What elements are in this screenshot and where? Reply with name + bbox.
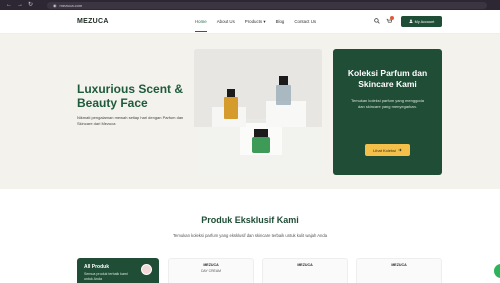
section-title: Produk Eksklusif Kami [201,215,299,225]
my-account-button[interactable]: My Account [401,16,442,27]
hero-title: Luxurious Scent & Beauty Face [77,82,184,110]
browser-toolbar: ← → ↻ ◉ mezuca.com [0,0,500,10]
hero-description: Nikmati pengalaman mewah setiap hari den… [77,115,184,126]
forward-icon[interactable]: → [17,2,23,8]
search-icon[interactable] [374,18,380,26]
hero-section: Luxurious Scent & Beauty Face Nikmati pe… [0,34,500,189]
nav-products[interactable]: Products ▾ [245,19,266,25]
back-icon[interactable]: ← [6,2,12,8]
chevron-down-icon: ▾ [263,19,266,24]
arrow-right-icon [398,148,402,153]
product-brand: MEZUCA [203,263,219,267]
category-all-products[interactable]: All Produk Semua produk terbaik kami unt… [77,258,159,283]
product-brand: MEZUCA [391,263,407,267]
view-collection-button[interactable]: Lihat Koleksi [365,144,410,156]
category-icon [141,264,152,275]
nav-contact[interactable]: Contact Us [294,19,316,25]
url-text: mezuca.com [59,2,83,8]
promo-title: Koleksi Parfum dan Skincare Kami [347,68,428,89]
product-name: DAY CREAM [201,269,221,273]
promo-card: Koleksi Parfum dan Skincare Kami Temukan… [333,49,442,175]
product-brand: MEZUCA [297,263,313,267]
nav-blog[interactable]: Blog [276,19,285,25]
product-card[interactable]: MEZUCA [356,258,442,283]
nav-home[interactable]: Home [195,19,207,32]
cart-badge [390,16,394,20]
header-icons [374,18,393,26]
category-description: Semua produk terbaik kami untuk Anda [84,272,128,281]
site-info-icon[interactable]: ◉ [53,3,57,8]
reload-icon[interactable]: ↻ [28,2,33,8]
my-account-label: My Account [414,19,435,24]
main-nav: Home About Us Products ▾ Blog Contact Us [195,19,316,32]
browser-nav: ← → ↻ [6,2,33,8]
address-bar[interactable]: ◉ mezuca.com [47,1,488,9]
product-card[interactable]: MEZUCA [262,258,348,283]
site-header: MEZUCA Home About Us Products ▾ Blog Con… [0,10,500,34]
hero-product-photo [194,49,322,175]
whatsapp-chat-button[interactable] [494,264,500,278]
view-collection-label: Lihat Koleksi [373,147,396,153]
user-icon [409,19,413,24]
nav-about[interactable]: About Us [217,19,235,25]
site-logo[interactable]: MEZUCA [77,18,109,25]
promo-description: Temukan koleksi parfum yang menggoda dan… [351,98,424,109]
nav-products-label: Products [244,19,263,24]
section-subtitle: Temukan koleksi parfum yang eksklusif da… [172,233,328,238]
product-card[interactable]: MEZUCA DAY CREAM [168,258,254,283]
